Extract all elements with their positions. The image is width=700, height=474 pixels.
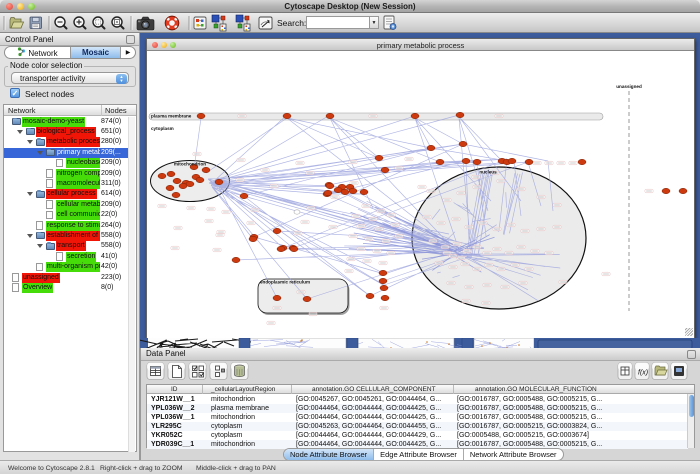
svg-text:mitochondrion: mitochondrion <box>174 162 206 167</box>
svg-text:cytoplasm: cytoplasm <box>151 126 174 131</box>
svg-text:endoplasmic reticulum: endoplasmic reticulum <box>260 280 310 285</box>
svg-text:f(x): f(x) <box>638 370 648 377</box>
svg-text:nucleus: nucleus <box>479 170 497 175</box>
svg-text:plasma membrane: plasma membrane <box>151 114 192 119</box>
svg-text:unassigned: unassigned <box>616 84 642 89</box>
